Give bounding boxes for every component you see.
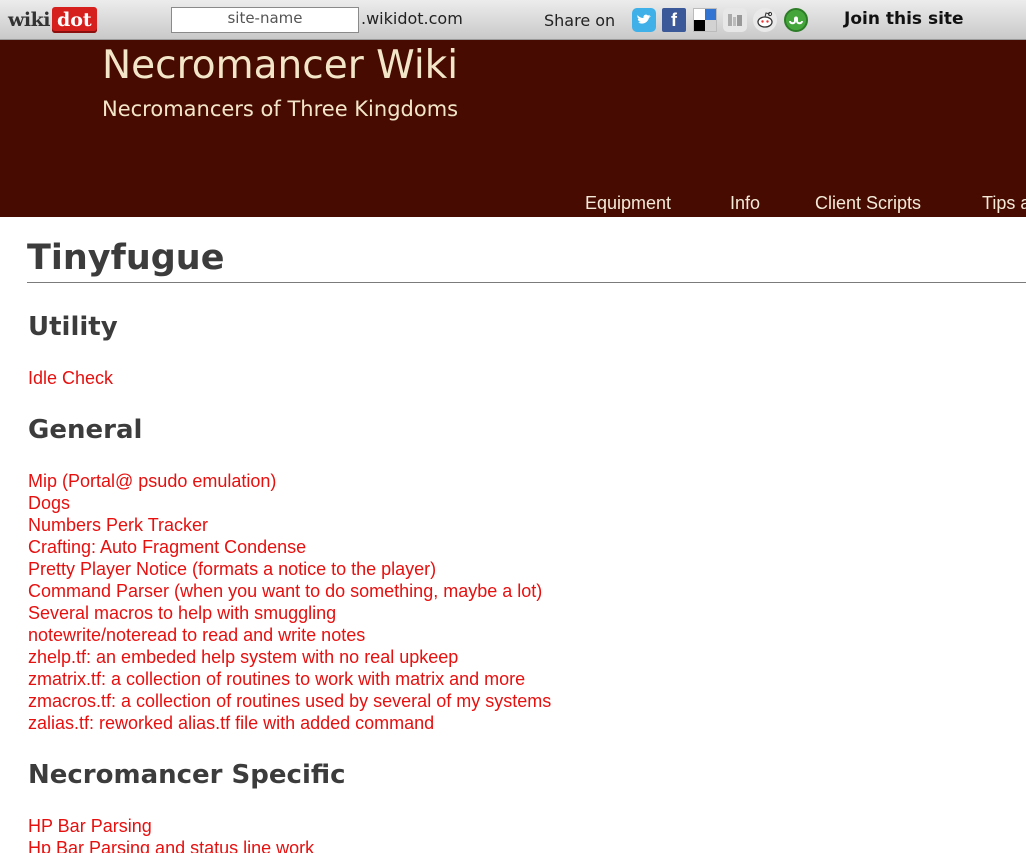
section-heading-utility: Utility	[28, 312, 118, 342]
page-title: Tinyfugue	[27, 238, 1026, 283]
list-item-link[interactable]: Several macros to help with smuggling	[28, 602, 551, 624]
digg-icon[interactable]	[723, 8, 747, 32]
list-item-link[interactable]: zmacros.tf: a collection of routines use…	[28, 690, 551, 712]
list-item-link[interactable]: notewrite/noteread to read and write not…	[28, 624, 551, 646]
list-item-link[interactable]: zmatrix.tf: a collection of routines to …	[28, 668, 551, 690]
site-name-input[interactable]: site-name	[171, 7, 359, 33]
utility-link-list: Idle Check	[28, 367, 113, 389]
site-title[interactable]: Necromancer Wiki	[102, 43, 458, 88]
necromancer-link-list: HP Bar Parsing Hp Bar Parsing and status…	[28, 815, 314, 853]
facebook-icon[interactable]: f	[662, 8, 686, 32]
section-heading-general: General	[28, 415, 143, 445]
site-header: Necromancer Wiki Necromancers of Three K…	[0, 40, 1026, 217]
share-label: Share on	[544, 11, 616, 30]
logo-wiki-text: wiki	[8, 9, 50, 31]
join-site-link[interactable]: Join this site	[844, 9, 964, 29]
nav-item-client-scripts[interactable]: Client Scripts	[815, 193, 921, 214]
site-subtitle: Necromancers of Three Kingdoms	[102, 97, 459, 121]
list-item-link[interactable]: Pretty Player Notice (formats a notice t…	[28, 558, 551, 580]
stumbleupon-icon[interactable]	[784, 8, 808, 32]
list-item-link[interactable]: Command Parser (when you want to do some…	[28, 580, 551, 602]
list-item-link[interactable]: Hp Bar Parsing and status line work	[28, 837, 314, 853]
top-nav: Equipment Info Client Scripts Tips a	[0, 193, 1026, 217]
reddit-icon[interactable]	[753, 8, 777, 32]
list-item-link[interactable]: Idle Check	[28, 367, 113, 389]
wikidot-logo[interactable]: wiki dot	[8, 6, 97, 34]
twitter-icon[interactable]	[632, 8, 656, 32]
list-item-link[interactable]: Crafting: Auto Fragment Condense	[28, 536, 551, 558]
nav-item-equipment[interactable]: Equipment	[585, 193, 671, 214]
nav-item-info[interactable]: Info	[730, 193, 760, 214]
list-item-link[interactable]: zhelp.tf: an embeded help system with no…	[28, 646, 551, 668]
nav-item-tips[interactable]: Tips a	[982, 193, 1026, 214]
general-link-list: Mip (Portal@ psudo emulation) Dogs Numbe…	[28, 470, 551, 734]
logo-dot-text: dot	[51, 7, 97, 33]
list-item-link[interactable]: Dogs	[28, 492, 551, 514]
section-heading-necromancer-specific: Necromancer Specific	[28, 760, 346, 790]
delicious-icon[interactable]	[693, 8, 717, 32]
wikidot-top-bar: wiki dot site-name .wikidot.com Share on…	[0, 0, 1026, 40]
list-item-link[interactable]: Mip (Portal@ psudo emulation)	[28, 470, 551, 492]
domain-suffix: .wikidot.com	[361, 9, 463, 28]
list-item-link[interactable]: HP Bar Parsing	[28, 815, 314, 837]
list-item-link[interactable]: zalias.tf: reworked alias.tf file with a…	[28, 712, 551, 734]
list-item-link[interactable]: Numbers Perk Tracker	[28, 514, 551, 536]
